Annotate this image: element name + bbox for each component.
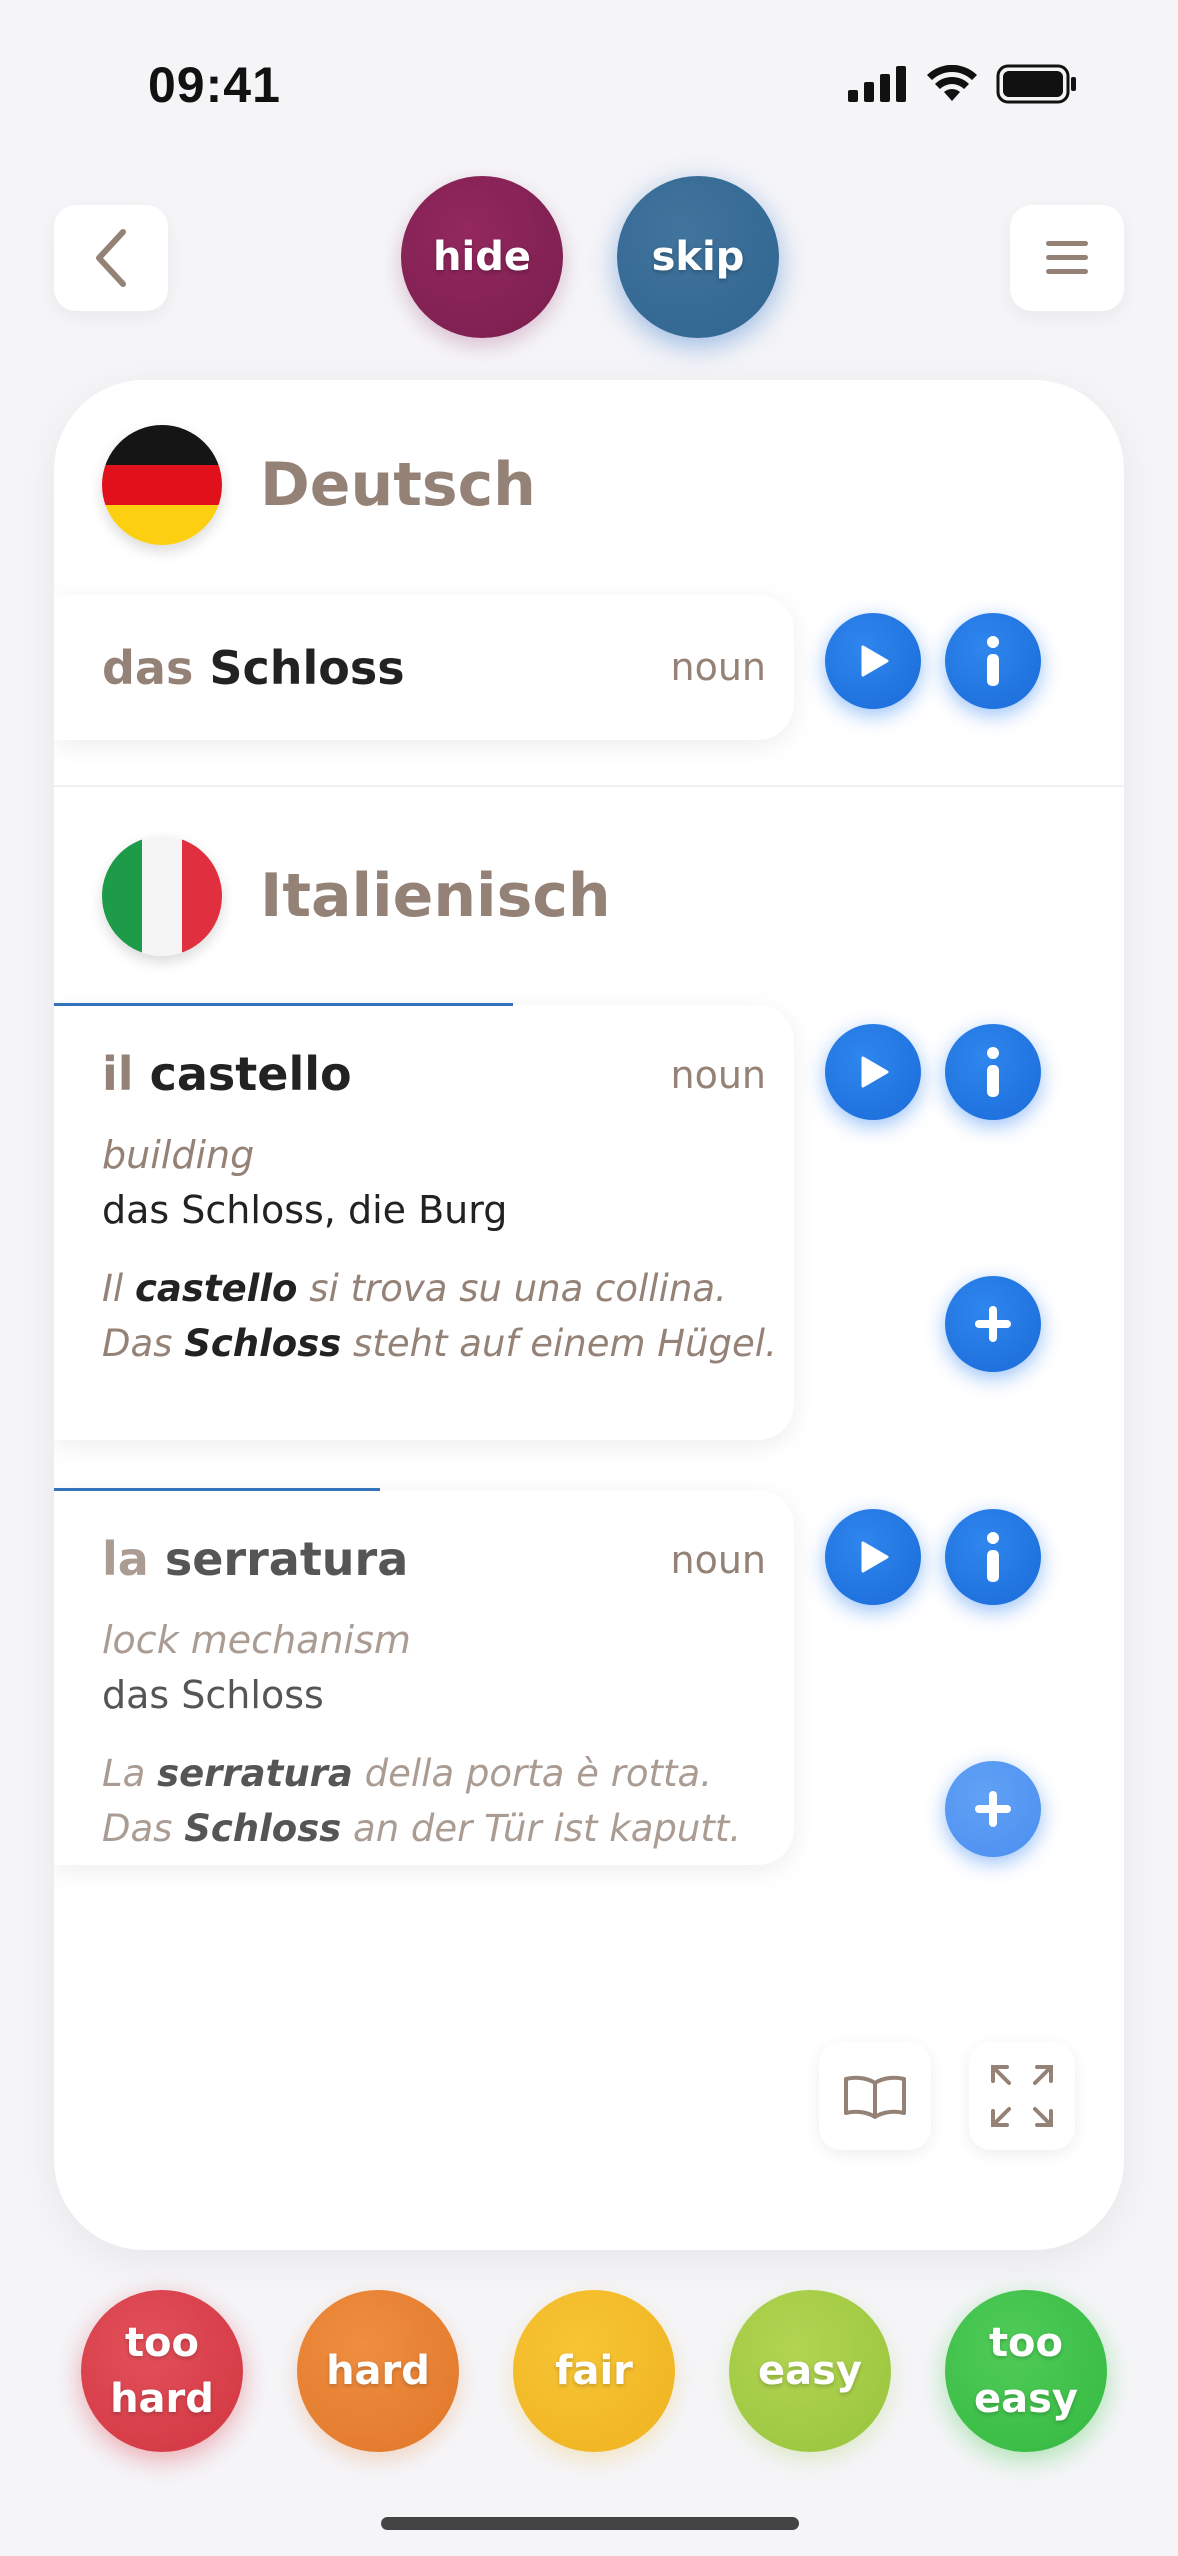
menu-button[interactable] (1010, 205, 1124, 311)
translation-2: das Schloss (102, 1673, 324, 1717)
dictionary-button[interactable] (819, 2042, 931, 2150)
target-noun-1: castello (149, 1047, 352, 1101)
target-language-header: Italienisch (102, 836, 611, 956)
info-icon (987, 1047, 999, 1097)
open-book-icon (844, 2075, 906, 2119)
target-word-1: il castello (102, 1047, 352, 1101)
example-it-1: Il castello si trova su una collina. (102, 1267, 727, 1310)
example-de-2: Das Schloss an der Tür ist kaputt. (102, 1807, 742, 1850)
chevron-left-icon (96, 229, 126, 287)
info-button-1[interactable] (945, 1024, 1041, 1120)
wifi-icon (927, 65, 977, 101)
source-language-title: Deutsch (260, 450, 536, 520)
add-button-2[interactable] (945, 1761, 1041, 1857)
rate-easy-button[interactable]: easy (729, 2290, 891, 2452)
rate-too-hard-button[interactable]: too hard (81, 2290, 243, 2452)
translation-1: das Schloss, die Burg (102, 1188, 508, 1232)
target-word-2: la serratura (102, 1532, 408, 1586)
status-time: 09:41 (148, 57, 281, 113)
rate-too-easy-button[interactable]: too easy (945, 2290, 1107, 2452)
translation-card-1[interactable]: il castello noun building das Schloss, d… (54, 1003, 794, 1440)
plus-icon (975, 1791, 1011, 1827)
sense-1: building (102, 1133, 255, 1177)
target-noun-2: serratura (164, 1532, 409, 1586)
target-pos-2: noun (670, 1538, 766, 1582)
add-button-1[interactable] (945, 1276, 1041, 1372)
plus-icon (975, 1306, 1011, 1342)
source-word: das Schloss (102, 641, 405, 695)
skip-button[interactable]: skip (617, 176, 779, 338)
play-icon (861, 645, 889, 677)
battery-icon (996, 64, 1076, 104)
target-article-2: la (102, 1532, 149, 1586)
play-button-2[interactable] (825, 1509, 921, 1605)
target-article-1: il (102, 1047, 134, 1101)
rate-hard-button[interactable]: hard (297, 2290, 459, 2452)
italian-flag-icon (102, 836, 222, 956)
example-it-2: La serratura della porta è rotta. (102, 1752, 712, 1795)
source-article: das (102, 641, 194, 695)
source-noun: Schloss (209, 641, 405, 695)
rate-fair-button[interactable]: fair (513, 2290, 675, 2452)
info-button-2[interactable] (945, 1509, 1041, 1605)
german-flag-icon (102, 425, 222, 545)
flashcard: Deutsch das Schloss noun Italienisch il … (54, 380, 1124, 2250)
status-icons (848, 64, 1078, 104)
source-pos: noun (670, 645, 766, 689)
target-language-title: Italienisch (260, 861, 611, 931)
play-button-source[interactable] (825, 613, 921, 709)
home-indicator[interactable] (381, 2517, 799, 2530)
progress-bar-1 (54, 1003, 513, 1006)
source-word-card: das Schloss noun (54, 595, 794, 740)
info-button-source[interactable] (945, 613, 1041, 709)
hamburger-menu-icon (1046, 241, 1088, 274)
info-icon (987, 636, 999, 686)
section-divider (54, 785, 1124, 787)
expand-icon (991, 2065, 1053, 2127)
play-icon (861, 1056, 889, 1088)
progress-bar-2 (54, 1488, 380, 1491)
source-language-header: Deutsch (102, 425, 536, 545)
example-de-1: Das Schloss steht auf einem Hügel. (102, 1322, 777, 1365)
play-button-1[interactable] (825, 1024, 921, 1120)
translation-card-2[interactable]: la serratura noun lock mechanism das Sch… (54, 1488, 794, 1865)
play-icon (861, 1541, 889, 1573)
back-button[interactable] (54, 205, 168, 311)
sense-2: lock mechanism (102, 1618, 411, 1662)
cellular-signal-icon (848, 66, 906, 102)
info-icon (987, 1532, 999, 1582)
example-2: La serratura della porta è rotta. Das Sc… (102, 1746, 782, 1856)
expand-button[interactable] (969, 2042, 1075, 2150)
hide-button[interactable]: hide (401, 176, 563, 338)
example-1: Il castello si trova su una collina. Das… (102, 1261, 782, 1371)
target-pos-1: noun (670, 1053, 766, 1097)
